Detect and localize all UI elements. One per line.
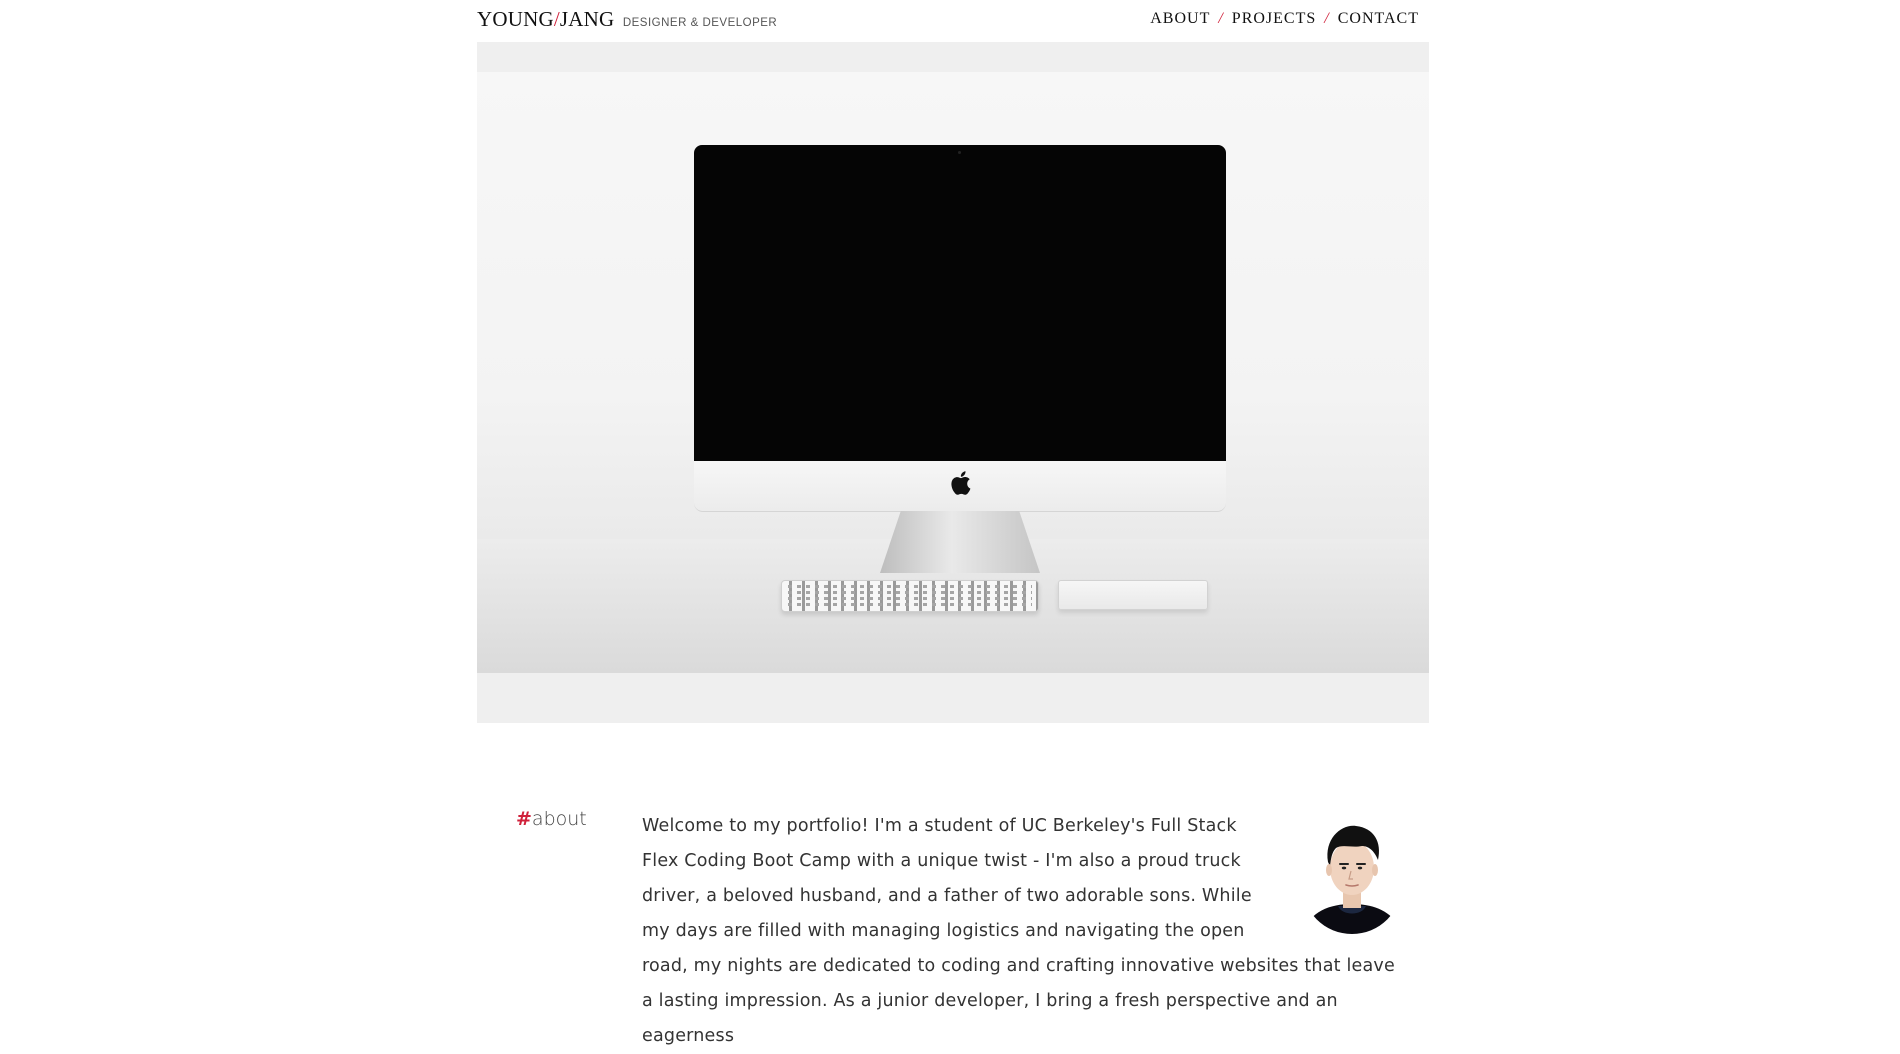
nav-projects-link[interactable]: PROJECTS — [1232, 10, 1316, 28]
site-header: YOUNG/JANG DESIGNER & DEVELOPER ABOUT / … — [477, 0, 1429, 42]
nav-separator: / — [1218, 10, 1224, 27]
monitor-screen — [694, 145, 1226, 461]
about-heading-word: about — [531, 808, 587, 830]
avatar-portrait — [1302, 825, 1402, 934]
nav-about-link[interactable]: ABOUT — [1150, 10, 1210, 28]
about-heading: #about — [516, 808, 587, 830]
imac-monitor — [694, 145, 1226, 573]
site-tagline: DESIGNER & DEVELOPER — [622, 17, 778, 29]
about-heading-hash: # — [516, 808, 532, 830]
about-text-block: Welcome to my portfolio! I'm a student o… — [642, 809, 1408, 1054]
hero-image — [477, 42, 1429, 723]
apple-logo-icon — [951, 471, 971, 495]
logo-last-name: JANG — [559, 7, 615, 31]
nav-contact-link[interactable]: CONTACT — [1338, 10, 1419, 28]
keyboard — [781, 580, 1039, 612]
nav-separator: / — [1324, 10, 1330, 27]
main-nav: ABOUT / PROJECTS / CONTACT — [1150, 10, 1419, 28]
trackpad — [1058, 580, 1208, 610]
avatar — [1302, 816, 1402, 934]
monitor-stand — [880, 511, 1040, 573]
logo-first-name: YOUNG — [477, 7, 554, 31]
site-logo[interactable]: YOUNG/JANG DESIGNER & DEVELOPER — [477, 7, 777, 32]
camera-dot — [958, 151, 961, 154]
